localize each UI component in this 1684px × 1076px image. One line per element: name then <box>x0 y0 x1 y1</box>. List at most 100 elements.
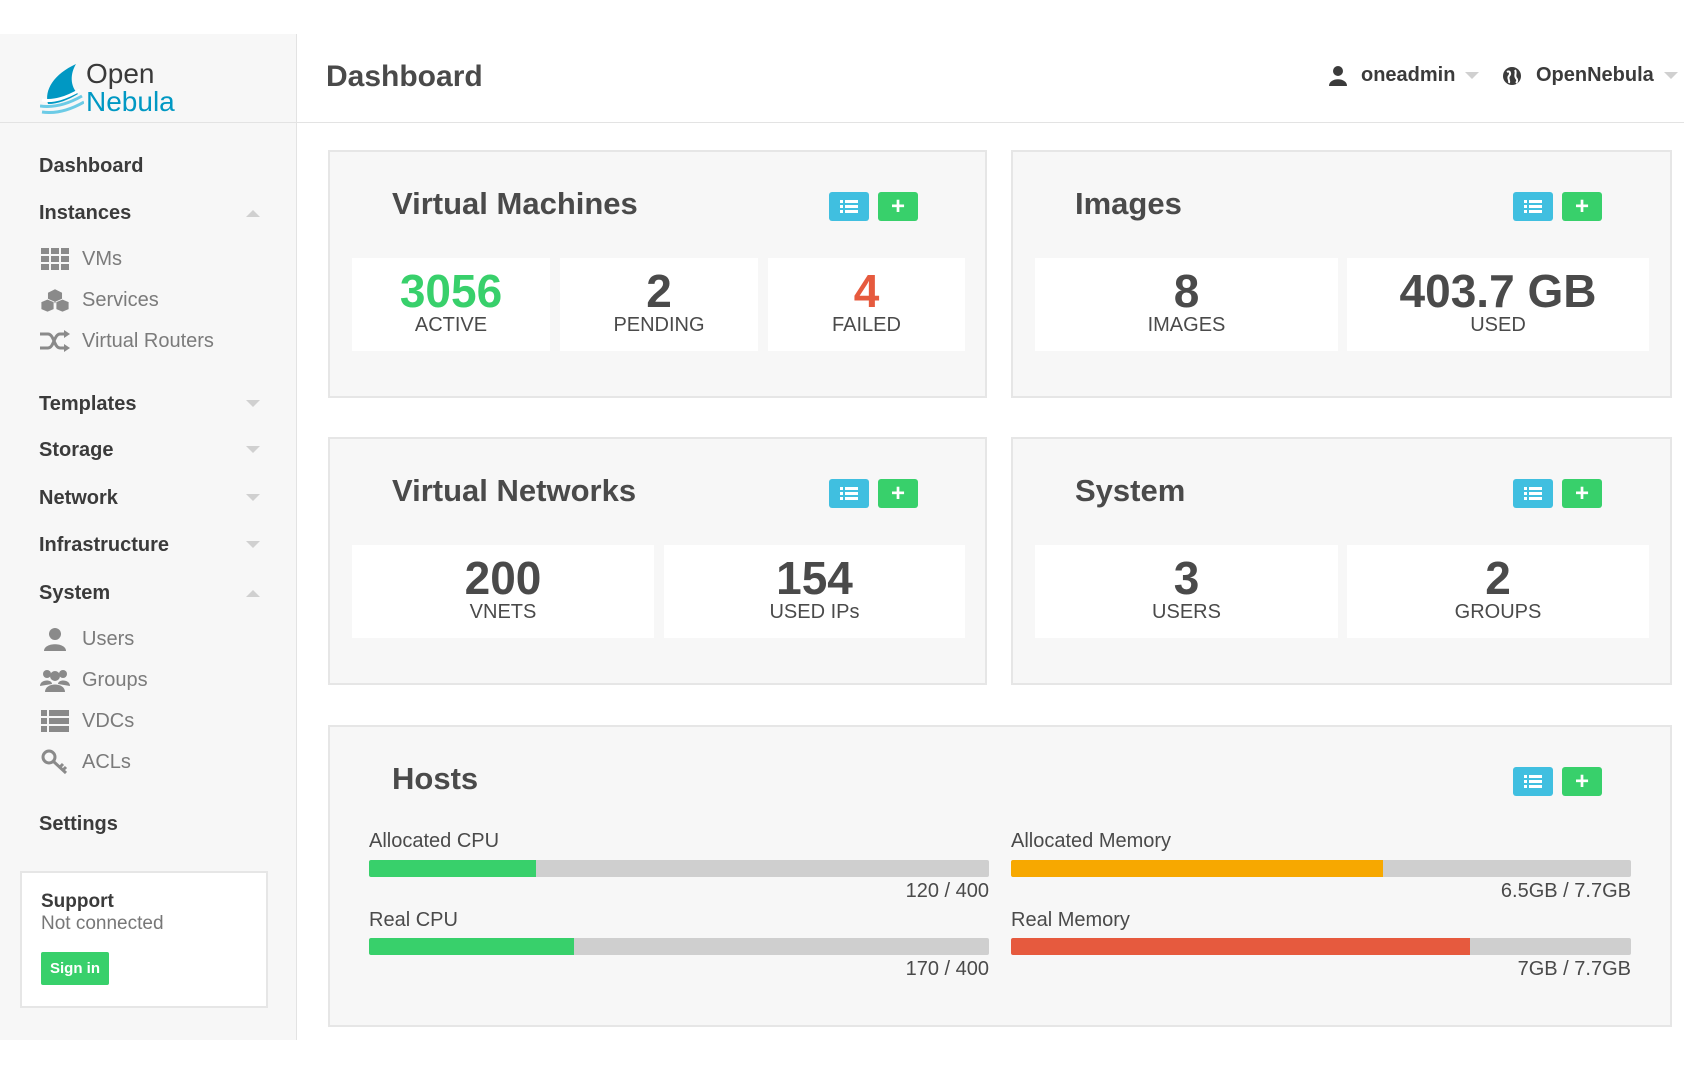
allocated-cpu-bar-fill <box>369 860 537 877</box>
vms-list-button[interactable] <box>829 192 869 221</box>
stat-value: 4 <box>853 265 880 317</box>
brand-line-1: Open <box>86 58 155 89</box>
sidebar-item-system[interactable]: System <box>39 582 110 605</box>
stat-card[interactable]: 200 VNETS <box>352 545 654 638</box>
panel-title: Images <box>1075 186 1182 221</box>
real-cpu-bar-fill <box>369 938 574 955</box>
plus-icon: + <box>1574 479 1589 507</box>
stat-card[interactable]: 2 PENDING <box>560 258 758 351</box>
stat-card[interactable]: 403.7 GB USED <box>1347 258 1649 351</box>
real-cpu-value: 170 / 400 <box>905 958 989 980</box>
images-list-button[interactable] <box>1513 192 1553 221</box>
grid-icon <box>40 247 70 271</box>
sidebar-item-instances[interactable]: Instances <box>39 202 131 225</box>
list-icon <box>1524 486 1542 500</box>
stat-value: 3056 <box>399 265 503 317</box>
system-list-button[interactable] <box>1513 479 1553 508</box>
stat-value: 3 <box>1173 552 1200 604</box>
app-root: Open Nebula Dashboard Instances VMs Serv… <box>0 0 1684 1076</box>
list-icon <box>1524 774 1542 788</box>
sidebar-item-acls[interactable]: ACLs <box>40 748 131 776</box>
sidebar-item-label: VDCs <box>82 709 135 732</box>
sidebar-item-label: Groups <box>82 668 148 691</box>
stat-label: USED IPs <box>769 601 860 623</box>
images-add-button[interactable]: + <box>1562 192 1602 221</box>
chevron-down-icon[interactable] <box>246 446 260 453</box>
stat-card[interactable]: 4 FAILED <box>768 258 965 351</box>
chevron-down-icon <box>1663 72 1678 79</box>
panel-virtual-machines: Virtual Machines + 3056 ACTIVE 2 PENDING… <box>328 150 987 398</box>
sidebar-divider <box>0 122 297 123</box>
panel-title: System <box>1075 473 1186 508</box>
list-icon <box>840 486 858 500</box>
panel-virtual-networks: Virtual Networks + 200 VNETS 154 USED IP… <box>328 437 987 685</box>
chevron-down-icon[interactable] <box>246 494 260 501</box>
stat-card[interactable]: 8 IMAGES <box>1035 258 1338 351</box>
stat-card[interactable]: 154 USED IPs <box>664 545 965 638</box>
vnets-list-button[interactable] <box>829 479 869 508</box>
sidebar-item-virtual-routers[interactable]: Virtual Routers <box>40 327 214 355</box>
top-header: Dashboard oneadmin OpenNebula <box>297 34 1684 123</box>
sidebar-item-settings[interactable]: Settings <box>39 813 118 836</box>
chevron-up-icon[interactable] <box>246 210 260 217</box>
panel-hosts: Hosts + Allocated CPU 120 / 400 Real CPU… <box>328 725 1672 1027</box>
opennebula-logo-icon <box>40 64 84 114</box>
sidebar-item-label: VMs <box>82 247 122 270</box>
system-add-button[interactable]: + <box>1562 479 1602 508</box>
plus-icon: + <box>1574 192 1589 220</box>
sidebar-item-vdcs[interactable]: VDCs <box>40 707 134 735</box>
vnets-add-button[interactable]: + <box>878 479 918 508</box>
brand-line-2: Nebula <box>86 86 175 117</box>
sidebar-item-groups[interactable]: Groups <box>40 666 148 694</box>
zone-menu-label: OpenNebula <box>1536 64 1654 86</box>
brand-logo[interactable]: Open Nebula <box>40 60 240 120</box>
stat-card[interactable]: 3 USERS <box>1035 545 1338 638</box>
top-strip <box>0 0 1684 34</box>
sidebar: Open Nebula Dashboard Instances VMs Serv… <box>0 34 297 1040</box>
sidebar-item-label: Virtual Routers <box>82 329 214 352</box>
allocated-memory-label: Allocated Memory <box>1011 830 1172 852</box>
chevron-down-icon[interactable] <box>246 541 260 548</box>
stat-label: GROUPS <box>1454 601 1542 623</box>
allocated-cpu-label: Allocated CPU <box>369 830 500 852</box>
zone-menu[interactable]: OpenNebula <box>1502 64 1678 87</box>
sidebar-item-services[interactable]: Services <box>40 286 159 314</box>
stat-value: 200 <box>464 552 542 604</box>
sign-in-button[interactable]: Sign in <box>41 952 109 985</box>
sidebar-item-network[interactable]: Network <box>39 487 118 510</box>
sidebar-item-vms[interactable]: VMs <box>40 245 122 273</box>
panel-title: Virtual Networks <box>392 473 637 508</box>
real-memory-bar-fill <box>1011 938 1470 955</box>
sidebar-item-storage[interactable]: Storage <box>39 439 113 462</box>
sidebar-item-templates[interactable]: Templates <box>39 393 136 416</box>
users-icon <box>40 668 70 692</box>
stat-value: 8 <box>1173 265 1200 317</box>
stat-value: 403.7 GB <box>1399 265 1597 317</box>
sidebar-item-users[interactable]: Users <box>40 625 134 653</box>
chevron-up-icon[interactable] <box>246 590 260 597</box>
stat-value: 154 <box>776 552 853 604</box>
stat-card[interactable]: 2 GROUPS <box>1347 545 1649 638</box>
sidebar-item-dashboard[interactable]: Dashboard <box>39 155 143 178</box>
panel-images: Images + 8 IMAGES 403.7 GB USED <box>1011 150 1672 398</box>
random-icon <box>40 329 70 353</box>
allocated-cpu-value: 120 / 400 <box>905 880 989 902</box>
stat-card[interactable]: 3056 ACTIVE <box>352 258 550 351</box>
support-box: Support Not connected Sign in <box>20 871 268 1008</box>
sidebar-item-infrastructure[interactable]: Infrastructure <box>39 534 169 557</box>
user-menu[interactable]: oneadmin <box>1329 64 1480 87</box>
plus-icon: + <box>890 479 905 507</box>
brand-wordmark: Open Nebula <box>86 60 175 116</box>
chevron-down-icon[interactable] <box>246 400 260 407</box>
support-status: Not connected <box>41 913 164 934</box>
sidebar-item-label: Services <box>82 288 159 311</box>
hosts-list-button[interactable] <box>1513 767 1553 796</box>
allocated-cpu-bar <box>369 860 989 877</box>
real-memory-label: Real Memory <box>1011 909 1130 931</box>
vms-add-button[interactable]: + <box>878 192 918 221</box>
sidebar-item-label: Users <box>82 627 135 650</box>
hosts-add-button[interactable]: + <box>1562 767 1602 796</box>
stat-label: ACTIVE <box>414 314 488 336</box>
stat-label: IMAGES <box>1147 314 1226 336</box>
list-icon <box>840 199 858 213</box>
